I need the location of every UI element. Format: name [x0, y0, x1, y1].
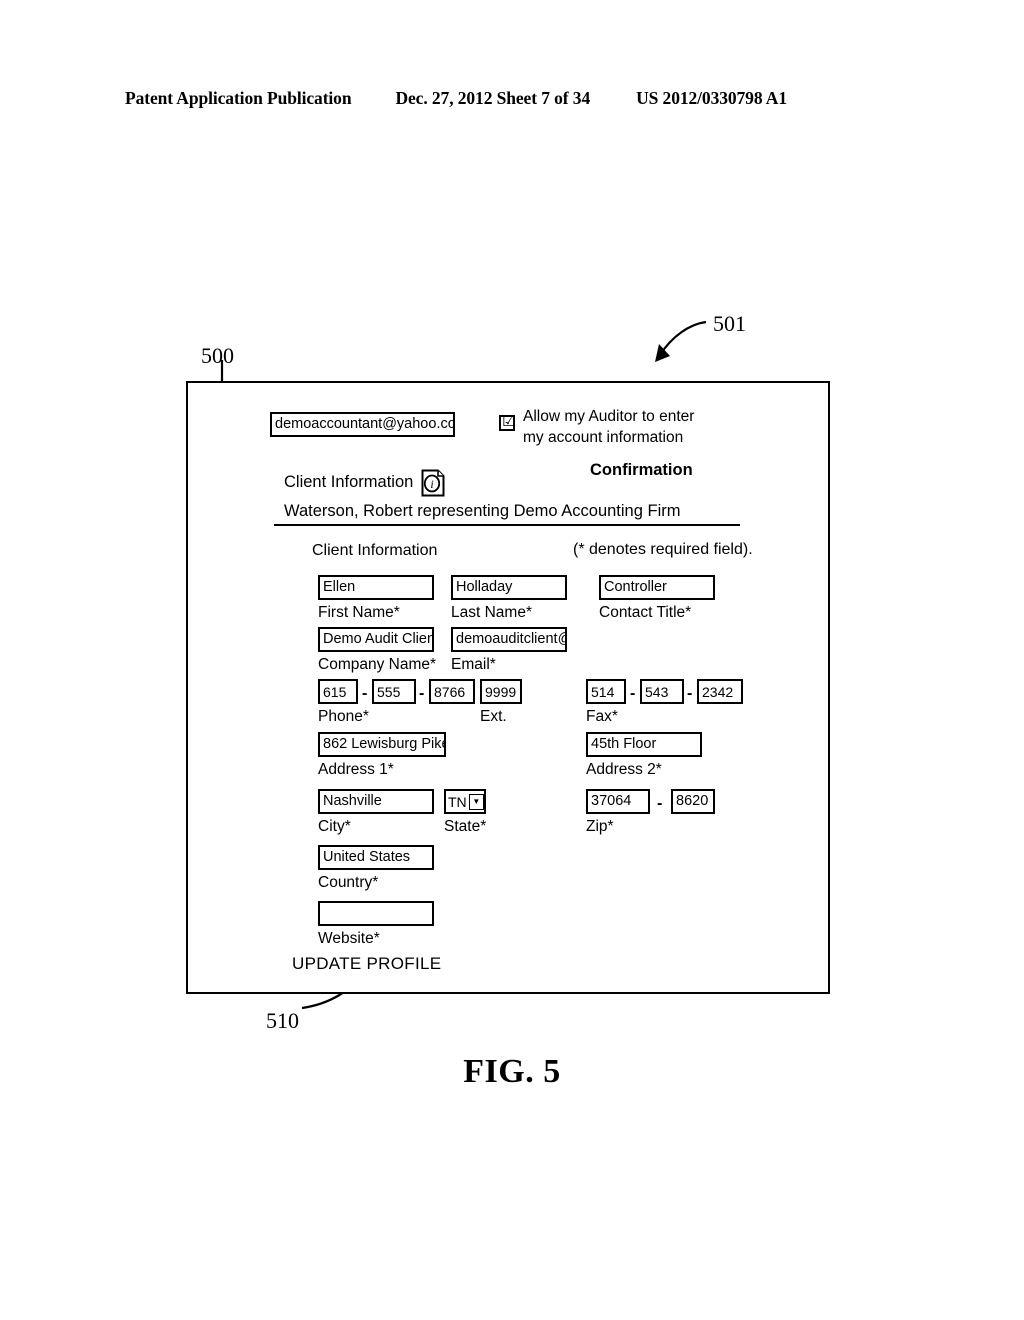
info-document-icon[interactable]: i	[421, 469, 445, 497]
last-name-label: Last Name*	[451, 604, 532, 621]
fax-dash-2: -	[687, 685, 693, 702]
fax-line-input[interactable]: 2342	[697, 679, 743, 704]
address1-label: Address 1*	[318, 761, 394, 778]
email-label: Email*	[451, 656, 496, 673]
city-label: City*	[318, 818, 351, 835]
client-information-subheading: Client Information	[312, 542, 438, 559]
allow-auditor-line2: my account information	[523, 428, 684, 446]
svg-text:i: i	[430, 477, 433, 491]
ext-label: Ext.	[480, 708, 507, 725]
required-field-note: (* denotes required field).	[573, 541, 753, 558]
state-label: State*	[444, 818, 487, 835]
allow-auditor-line1: Allow my Auditor to enter	[523, 408, 695, 425]
state-select[interactable]: TN ▼	[444, 789, 486, 814]
figure-5: 500 501 502 503 510 demoaccountant@yahoo…	[0, 0, 1024, 1320]
address1-input[interactable]: 862 Lewisburg Pike	[318, 732, 446, 757]
first-name-label: First Name*	[318, 604, 400, 621]
company-name-label: Company Name*	[318, 656, 437, 673]
phone-area-input[interactable]: 615	[318, 679, 358, 704]
phone-dash-2: -	[419, 685, 425, 702]
website-input[interactable]	[318, 901, 434, 926]
phone-line-input[interactable]: 8766	[429, 679, 475, 704]
allow-auditor-checkbox[interactable]: ☑	[499, 412, 516, 431]
zip-input[interactable]: 37064	[586, 789, 650, 814]
ref-numeral-500: 500	[201, 343, 234, 368]
address2-input[interactable]: 45th Floor	[586, 732, 702, 757]
zip-plus4-input[interactable]: 8620	[671, 789, 715, 814]
heading-divider	[274, 524, 740, 526]
country-label: Country*	[318, 874, 379, 891]
client-profile-screen: demoaccountant@yahoo.com ☑ Allow my Audi…	[186, 381, 830, 994]
account-email-field[interactable]: demoaccountant@yahoo.com	[270, 412, 455, 437]
city-input[interactable]: Nashville	[318, 789, 434, 814]
figure-caption: FIG. 5	[463, 1053, 561, 1090]
fax-dash-1: -	[630, 685, 636, 702]
first-name-input[interactable]: Ellen	[318, 575, 434, 600]
zip-dash: -	[657, 795, 663, 812]
representing-line: Waterson, Robert representing Demo Accou…	[284, 502, 681, 520]
confirmation-label: Confirmation	[590, 461, 693, 479]
client-information-heading: Client Information	[284, 473, 414, 491]
checkmark-icon: ☑	[502, 412, 516, 430]
ext-input[interactable]: 9999	[480, 679, 522, 704]
address2-label: Address 2*	[586, 761, 662, 778]
website-label: Website*	[318, 930, 380, 947]
fax-area-input[interactable]: 514	[586, 679, 626, 704]
contact-title-input[interactable]: Controller	[599, 575, 715, 600]
ref-numeral-510: 510	[266, 1008, 299, 1033]
phone-dash-1: -	[362, 685, 368, 702]
chevron-down-icon[interactable]: ▼	[468, 793, 484, 810]
ref-numeral-501: 501	[713, 311, 746, 336]
fax-prefix-input[interactable]: 543	[640, 679, 684, 704]
country-input[interactable]: United States	[318, 845, 434, 870]
phone-label: Phone*	[318, 708, 369, 725]
email-input[interactable]: demoauditclient@	[451, 627, 567, 652]
company-name-input[interactable]: Demo Audit Client	[318, 627, 434, 652]
allow-auditor-label: Allow my Auditor to enter my account inf…	[523, 407, 728, 448]
contact-title-label: Contact Title*	[599, 604, 692, 621]
state-select-value: TN	[448, 793, 467, 810]
fax-label: Fax*	[586, 708, 618, 725]
update-profile-button[interactable]: UPDATE PROFILE	[292, 954, 441, 973]
phone-prefix-input[interactable]: 555	[372, 679, 416, 704]
last-name-input[interactable]: Holladay	[451, 575, 567, 600]
zip-label: Zip*	[586, 818, 614, 835]
